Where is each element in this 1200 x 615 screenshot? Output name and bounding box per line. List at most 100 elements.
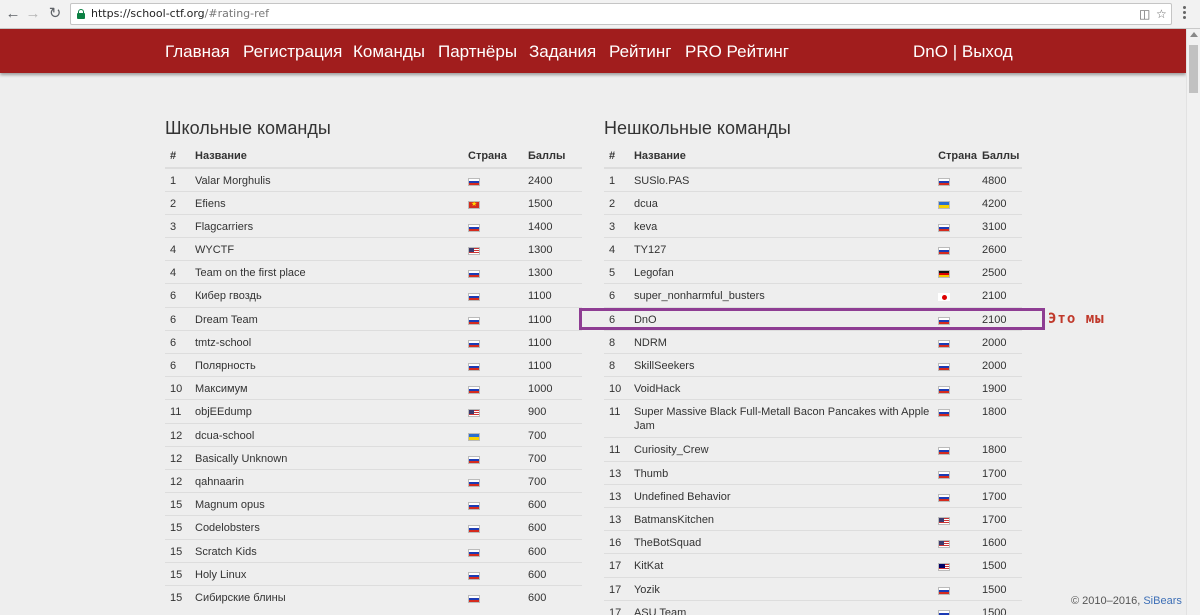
team-name-cell[interactable]: ASU Team: [628, 599, 934, 615]
score-cell: 700: [523, 468, 582, 493]
team-name-cell[interactable]: TheBotSquad: [628, 530, 934, 554]
flag-ru-icon: [468, 363, 480, 371]
score-cell: 1800: [977, 437, 1022, 462]
team-name-cell[interactable]: Team on the first place: [190, 260, 463, 284]
country-cell: [463, 492, 523, 516]
scrollbar-thumb[interactable]: [1189, 45, 1198, 93]
rank-cell: 2: [604, 190, 629, 215]
flag-ru-icon: [938, 247, 951, 256]
team-name-cell[interactable]: KitKat: [628, 553, 934, 577]
star-icon[interactable]: ☆: [1156, 6, 1167, 22]
flag-ru-icon: [468, 293, 480, 302]
table-row: 12 qahnaarin 700: [165, 468, 582, 493]
table-row: 3 keva 3100: [604, 213, 1022, 238]
team-name-cell[interactable]: Кибер гвоздь: [190, 283, 463, 308]
col-score-header: Баллы: [977, 145, 1022, 169]
table-row: 15 Magnum opus 600: [165, 492, 582, 516]
scroll-up-icon[interactable]: [1190, 32, 1198, 37]
table-row: 17 Yozik 1500: [604, 576, 1022, 601]
menu-icon[interactable]: [1183, 6, 1187, 22]
page-scrollbar[interactable]: [1186, 29, 1200, 615]
team-name-cell[interactable]: WYCTF: [190, 237, 463, 261]
team-name-cell[interactable]: SkillSeekers: [628, 352, 934, 377]
nav-partners[interactable]: Партнёры: [438, 42, 517, 62]
table-row: 3 Flagcarriers 1400: [165, 213, 582, 238]
footer: © 2010–2016, SiBears: [1071, 595, 1182, 607]
country-cell: [463, 584, 523, 609]
score-cell: 700: [523, 445, 582, 470]
team-name-cell[interactable]: dcua-school: [190, 422, 463, 447]
table-header-row: # Название Страна Баллы: [604, 145, 1022, 169]
extension-icon[interactable]: ◫: [1139, 6, 1150, 22]
team-name-cell[interactable]: VoidHack: [628, 376, 934, 400]
nav-pro-rating[interactable]: PRO Рейтинг: [685, 42, 789, 62]
flag-ru-icon: [468, 502, 480, 511]
country-cell: [463, 515, 523, 539]
team-name-cell[interactable]: Super Massive Black Full-Metall Bacon Pa…: [628, 399, 934, 438]
team-name-cell[interactable]: Dream Team: [190, 306, 463, 331]
nav-rating[interactable]: Рейтинг: [609, 42, 671, 62]
nav-registration[interactable]: Регистрация: [243, 42, 342, 62]
table-row: 15 Codelobsters 600: [165, 515, 582, 539]
score-cell: 600: [523, 538, 582, 563]
team-name-cell[interactable]: keva: [628, 213, 934, 238]
our-team-highlight: [579, 308, 1045, 330]
table-row: 13 Thumb 1700: [604, 460, 1022, 485]
team-name-cell[interactable]: TY127: [628, 237, 934, 261]
country-cell: [933, 237, 977, 261]
team-name-cell[interactable]: objEEdump: [190, 399, 463, 424]
rank-cell: 13: [604, 483, 629, 508]
table-row: 6 super_nonharmful_busters 2100: [604, 283, 1022, 308]
team-name-cell[interactable]: Codelobsters: [190, 515, 463, 539]
team-name-cell[interactable]: Efiens: [190, 190, 463, 215]
user-name-link[interactable]: DnO: [913, 42, 948, 61]
logout-link[interactable]: Выход: [962, 42, 1013, 61]
team-name-cell[interactable]: Basically Unknown: [190, 445, 463, 470]
forward-arrow-icon[interactable]: →: [24, 5, 42, 23]
flag-ru-icon: [468, 478, 480, 487]
flag-us-icon: [468, 409, 480, 418]
country-cell: [463, 306, 523, 331]
team-name-cell[interactable]: Scratch Kids: [190, 538, 463, 563]
table-row: 10 VoidHack 1900: [604, 376, 1022, 400]
team-name-cell[interactable]: Holy Linux: [190, 561, 463, 586]
team-name-cell[interactable]: Yozik: [628, 576, 934, 601]
team-name-cell[interactable]: qahnaarin: [190, 468, 463, 493]
team-name-cell[interactable]: super_nonharmful_busters: [628, 283, 934, 308]
reload-icon[interactable]: ↻: [46, 5, 64, 23]
team-name-cell[interactable]: Legofan: [628, 260, 934, 284]
team-name-cell[interactable]: Valar Morghulis: [190, 167, 463, 192]
team-name-cell[interactable]: Magnum opus: [190, 492, 463, 516]
team-name-cell[interactable]: Undefined Behavior: [628, 483, 934, 508]
footer-brand-link[interactable]: SiBears: [1143, 595, 1182, 607]
address-bar[interactable]: https://school-ctf.org/#rating-ref ◫ ☆: [70, 3, 1172, 25]
team-name-cell[interactable]: Thumb: [628, 460, 934, 485]
rank-cell: 6: [165, 306, 190, 331]
team-name-cell[interactable]: BatmansKitchen: [628, 506, 934, 531]
team-name-cell[interactable]: Максимум: [190, 376, 463, 400]
url-host: https://school-ctf.org: [91, 7, 205, 20]
rank-cell: 5: [604, 260, 629, 284]
team-name-cell[interactable]: NDRM: [628, 329, 934, 354]
back-arrow-icon[interactable]: ←: [4, 5, 22, 23]
table-row: 16 TheBotSquad 1600: [604, 530, 1022, 554]
team-name-cell[interactable]: Curiosity_Crew: [628, 437, 934, 462]
team-name-cell[interactable]: SUSlo.PAS: [628, 167, 934, 192]
table-row: 8 NDRM 2000: [604, 329, 1022, 354]
team-name-cell[interactable]: dcua: [628, 190, 934, 215]
flag-us-icon: [468, 247, 480, 256]
team-name-cell[interactable]: Полярность: [190, 352, 463, 377]
nav-tasks[interactable]: Задания: [529, 42, 596, 62]
nav-teams[interactable]: Команды: [353, 42, 425, 62]
table-row: 8 SkillSeekers 2000: [604, 352, 1022, 377]
team-name-cell[interactable]: Flagcarriers: [190, 213, 463, 238]
flag-ru-icon: [938, 178, 951, 186]
nav-home[interactable]: Главная: [165, 42, 230, 62]
lock-icon: [77, 9, 85, 19]
school-teams-table: # Название Страна Баллы 1 Valar Morghulis…: [165, 145, 582, 609]
team-name-cell[interactable]: tmtz-school: [190, 329, 463, 354]
country-cell: [933, 553, 977, 577]
rank-cell: 15: [165, 561, 190, 586]
team-name-cell[interactable]: Сибирские блины: [190, 584, 463, 609]
rank-cell: 4: [165, 237, 190, 261]
